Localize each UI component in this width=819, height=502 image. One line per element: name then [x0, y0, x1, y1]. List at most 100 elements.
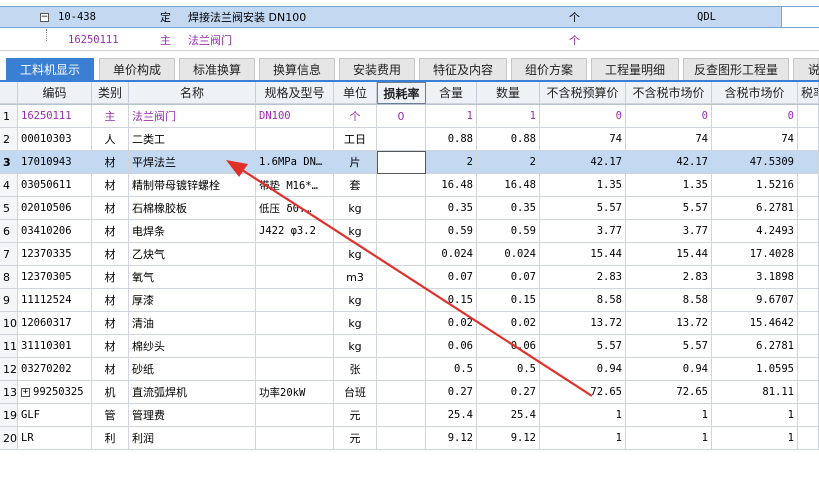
table-row[interactable]: 20 LR 利 利润 元 9.12 9.12 1 1 1: [0, 427, 819, 450]
cell-market-price[interactable]: 1.35: [626, 174, 712, 197]
table-row[interactable]: 13 +99250325 机直流弧焊机 功率20kW 台班 0.27 0.27 72.65 72…: [0, 381, 819, 404]
cell-type[interactable]: 材: [92, 312, 129, 335]
cell-market-price[interactable]: 15.44: [626, 243, 712, 266]
cell-taxed-price[interactable]: 1: [712, 427, 798, 450]
cell-loss-rate[interactable]: [377, 174, 426, 197]
table-row[interactable]: 11 31110301 材 棉纱头 kg 0.06 0.06 5.57 5.57 6.2781: [0, 335, 819, 358]
cell-name[interactable]: 乙炔气: [129, 243, 256, 266]
cell-budget-price[interactable]: 0.94: [540, 358, 626, 381]
cell-quantity[interactable]: 16.48: [477, 174, 540, 197]
cell-code[interactable]: 11112524: [18, 289, 92, 312]
cell-loss-rate[interactable]: 0: [377, 105, 426, 128]
cell-budget-price[interactable]: 5.57: [540, 197, 626, 220]
cell-quantity[interactable]: 9.12: [477, 427, 540, 450]
cell-tax-rate[interactable]: [798, 404, 819, 427]
cell-tax-rate[interactable]: [798, 220, 819, 243]
header-type[interactable]: 类别: [92, 82, 129, 104]
cell-unit[interactable]: m3: [334, 266, 377, 289]
cell-type[interactable]: 材: [92, 197, 129, 220]
tab-unit-price[interactable]: 单价构成: [99, 58, 175, 80]
cell-code[interactable]: 03050611: [18, 174, 92, 197]
header-name[interactable]: 名称: [129, 82, 256, 104]
cell-content[interactable]: 0.06: [426, 335, 477, 358]
tab-quantity-detail[interactable]: 工程量明细: [591, 58, 679, 80]
cell-loss-rate[interactable]: [377, 197, 426, 220]
cell-unit[interactable]: 台班: [334, 381, 377, 404]
table-row[interactable]: 2 00010303 人 二类工 工日 0.88 0.88 74 74 74: [0, 128, 819, 151]
cell-tax-rate[interactable]: [798, 174, 819, 197]
cell-content[interactable]: 0.27: [426, 381, 477, 404]
cell-taxed-price[interactable]: 81.11: [712, 381, 798, 404]
cell-budget-price[interactable]: 3.77: [540, 220, 626, 243]
cell-content[interactable]: 0.02: [426, 312, 477, 335]
cell-budget-price[interactable]: 72.65: [540, 381, 626, 404]
cell-taxed-price[interactable]: 74: [712, 128, 798, 151]
cell-tax-rate[interactable]: [798, 427, 819, 450]
cell-quantity[interactable]: 1: [477, 105, 540, 128]
cell-quantity[interactable]: 0.07: [477, 266, 540, 289]
cell-name[interactable]: 法兰阀门: [129, 105, 256, 128]
tab-more[interactable]: 说: [793, 58, 819, 80]
cell-name[interactable]: 棉纱头: [129, 335, 256, 358]
cell-tax-rate[interactable]: [798, 128, 819, 151]
cell-loss-rate[interactable]: [377, 266, 426, 289]
cell-taxed-price[interactable]: 1.0595: [712, 358, 798, 381]
cell-quantity[interactable]: 0.15: [477, 289, 540, 312]
cell-budget-price[interactable]: 8.58: [540, 289, 626, 312]
header-code[interactable]: 编码: [18, 82, 92, 104]
cell-spec[interactable]: 功率20kW: [256, 381, 334, 404]
cell-spec[interactable]: [256, 128, 334, 151]
cell-taxed-price[interactable]: 4.2493: [712, 220, 798, 243]
cell-budget-price[interactable]: 5.57: [540, 335, 626, 358]
header-unit[interactable]: 单位: [334, 82, 377, 104]
cell-budget-price[interactable]: 1.35: [540, 174, 626, 197]
cell-content[interactable]: 25.4: [426, 404, 477, 427]
cell-code[interactable]: 02010506: [18, 197, 92, 220]
cell-quantity[interactable]: 0.06: [477, 335, 540, 358]
cell-taxed-price[interactable]: 17.4028: [712, 243, 798, 266]
quota-subrow[interactable]: 16250111 主 法兰阀门 个: [0, 29, 819, 51]
cell-tax-rate[interactable]: [798, 335, 819, 358]
cell-spec[interactable]: DN100: [256, 105, 334, 128]
header-content[interactable]: 含量: [426, 82, 477, 104]
tab-material-display[interactable]: 工料机显示: [6, 58, 94, 80]
cell-taxed-price[interactable]: 6.2781: [712, 197, 798, 220]
cell-market-price[interactable]: 0: [626, 105, 712, 128]
cell-content[interactable]: 16.48: [426, 174, 477, 197]
cell-unit[interactable]: kg: [334, 289, 377, 312]
cell-loss-rate[interactable]: [377, 220, 426, 243]
cell-type[interactable]: 材: [92, 243, 129, 266]
cell-tax-rate[interactable]: [798, 358, 819, 381]
cell-budget-price[interactable]: 0: [540, 105, 626, 128]
cell-loss-rate[interactable]: [377, 151, 426, 174]
cell-name[interactable]: 直流弧焊机: [129, 381, 256, 404]
cell-unit[interactable]: 元: [334, 427, 377, 450]
cell-spec[interactable]: [256, 404, 334, 427]
cell-content[interactable]: 0.15: [426, 289, 477, 312]
cell-code[interactable]: 16250111: [18, 105, 92, 128]
cell-taxed-price[interactable]: 6.2781: [712, 335, 798, 358]
cell-loss-rate[interactable]: [377, 404, 426, 427]
cell-content[interactable]: 0.35: [426, 197, 477, 220]
table-row[interactable]: 10 12060317 材 清油 kg 0.02 0.02 13.72 13.72 15.4642: [0, 312, 819, 335]
cell-type[interactable]: 材: [92, 266, 129, 289]
expand-plus-icon[interactable]: +: [21, 387, 30, 397]
cell-code[interactable]: 12370335: [18, 243, 92, 266]
cell-taxed-price[interactable]: 9.6707: [712, 289, 798, 312]
cell-tax-rate[interactable]: [798, 289, 819, 312]
cell-type[interactable]: 主: [92, 105, 129, 128]
cell-type[interactable]: 材: [92, 151, 129, 174]
cell-taxed-price[interactable]: 15.4642: [712, 312, 798, 335]
tab-reverse-lookup[interactable]: 反查图形工程量: [683, 58, 789, 80]
cell-content[interactable]: 0.59: [426, 220, 477, 243]
tab-features[interactable]: 特征及内容: [419, 58, 507, 80]
cell-name[interactable]: 石棉橡胶板: [129, 197, 256, 220]
cell-unit[interactable]: kg: [334, 335, 377, 358]
cell-type[interactable]: 材: [92, 289, 129, 312]
cell-tax-rate[interactable]: [798, 381, 819, 404]
cell-spec[interactable]: [256, 312, 334, 335]
cell-budget-price[interactable]: 1: [540, 404, 626, 427]
cell-tax-rate[interactable]: [798, 105, 819, 128]
header-tax-rate[interactable]: 税率: [798, 82, 819, 104]
cell-loss-rate[interactable]: [377, 381, 426, 404]
